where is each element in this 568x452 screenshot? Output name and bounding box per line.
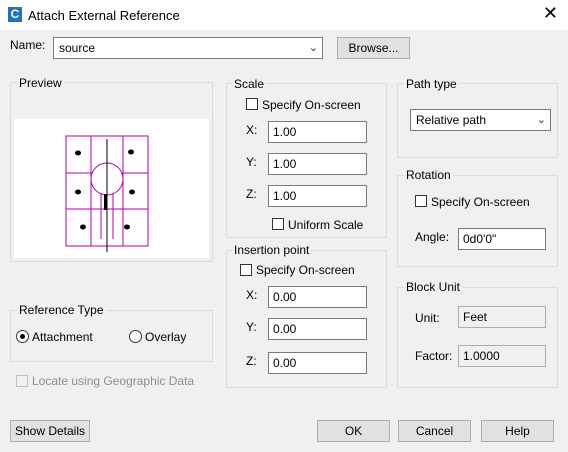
help-button[interactable]: Help [481, 420, 554, 442]
factor-label: Factor: [415, 349, 453, 363]
unit-field: Feet [458, 306, 546, 328]
autocad-app-icon: C [8, 7, 22, 22]
geo-label: Locate using Geographic Data [32, 374, 195, 388]
name-label: Name: [10, 38, 46, 52]
rotation-specify-label[interactable]: Specify On-screen [431, 195, 530, 209]
angle-label: Angle: [415, 230, 450, 244]
attachment-label[interactable]: Attachment [32, 330, 93, 344]
insertion-x-label: X: [246, 288, 258, 302]
block-unit-title: Block Unit [404, 280, 463, 294]
overlay-label[interactable]: Overlay [145, 330, 186, 344]
insertion-x-field[interactable]: 0.00 [268, 286, 367, 308]
angle-field[interactable]: 0d0'0" [458, 228, 546, 250]
insertion-z-label: Z: [246, 354, 257, 368]
browse-button[interactable]: Browse... [337, 37, 410, 59]
ok-button[interactable]: OK [317, 420, 390, 442]
scale-title: Scale [232, 77, 267, 91]
insertion-y-label: Y: [246, 320, 257, 334]
preview-drawing [65, 135, 149, 252]
rotation-title: Rotation [404, 168, 453, 182]
geo-checkbox[interactable] [16, 375, 28, 387]
preview-canvas [14, 119, 209, 258]
name-value: source [59, 41, 96, 55]
scale-y-field[interactable]: 1.00 [268, 153, 367, 175]
show-details-button[interactable]: Show Details [10, 420, 90, 442]
name-dropdown[interactable]: source ⌄ [53, 37, 323, 59]
path-type-dropdown[interactable]: Relative path ⌄ [410, 109, 551, 131]
path-type-value: Relative path [416, 113, 487, 127]
dialog-title: Attach External Reference [28, 8, 180, 23]
attachment-radio[interactable] [16, 330, 29, 343]
cancel-button[interactable]: Cancel [398, 420, 471, 442]
scale-specify-label[interactable]: Specify On-screen [262, 98, 361, 112]
chevron-down-icon: ⌄ [536, 114, 546, 126]
insertion-z-field[interactable]: 0.00 [268, 352, 367, 374]
insertion-specify-label[interactable]: Specify On-screen [256, 263, 355, 277]
insertion-specify-checkbox[interactable] [240, 264, 252, 276]
block-unit-group [397, 287, 558, 388]
chevron-down-icon: ⌄ [308, 42, 318, 54]
uniform-scale-checkbox[interactable] [272, 218, 284, 230]
unit-label: Unit: [415, 311, 440, 325]
scale-specify-checkbox[interactable] [246, 98, 258, 110]
insertion-y-field[interactable]: 0.00 [268, 318, 367, 340]
scale-x-label: X: [246, 123, 258, 137]
factor-field: 1.0000 [458, 345, 546, 367]
preview-title: Preview [17, 76, 64, 90]
reference-type-title: Reference Type [17, 303, 106, 317]
close-icon[interactable]: ✕ [543, 2, 558, 24]
rotation-specify-checkbox[interactable] [415, 195, 427, 207]
rotation-group [397, 175, 558, 267]
path-type-title: Path type [404, 77, 459, 91]
scale-z-field[interactable]: 1.00 [268, 185, 367, 207]
overlay-radio[interactable] [129, 330, 142, 343]
scale-y-label: Y: [246, 155, 257, 169]
attach-xref-dialog: C Attach External Reference ✕ Name: sour… [0, 0, 568, 452]
uniform-scale-label[interactable]: Uniform Scale [288, 218, 363, 232]
title-bar: C Attach External Reference ✕ [0, 0, 568, 30]
scale-z-label: Z: [246, 187, 257, 201]
insertion-point-title: Insertion point [232, 243, 312, 257]
scale-x-field[interactable]: 1.00 [268, 121, 367, 143]
